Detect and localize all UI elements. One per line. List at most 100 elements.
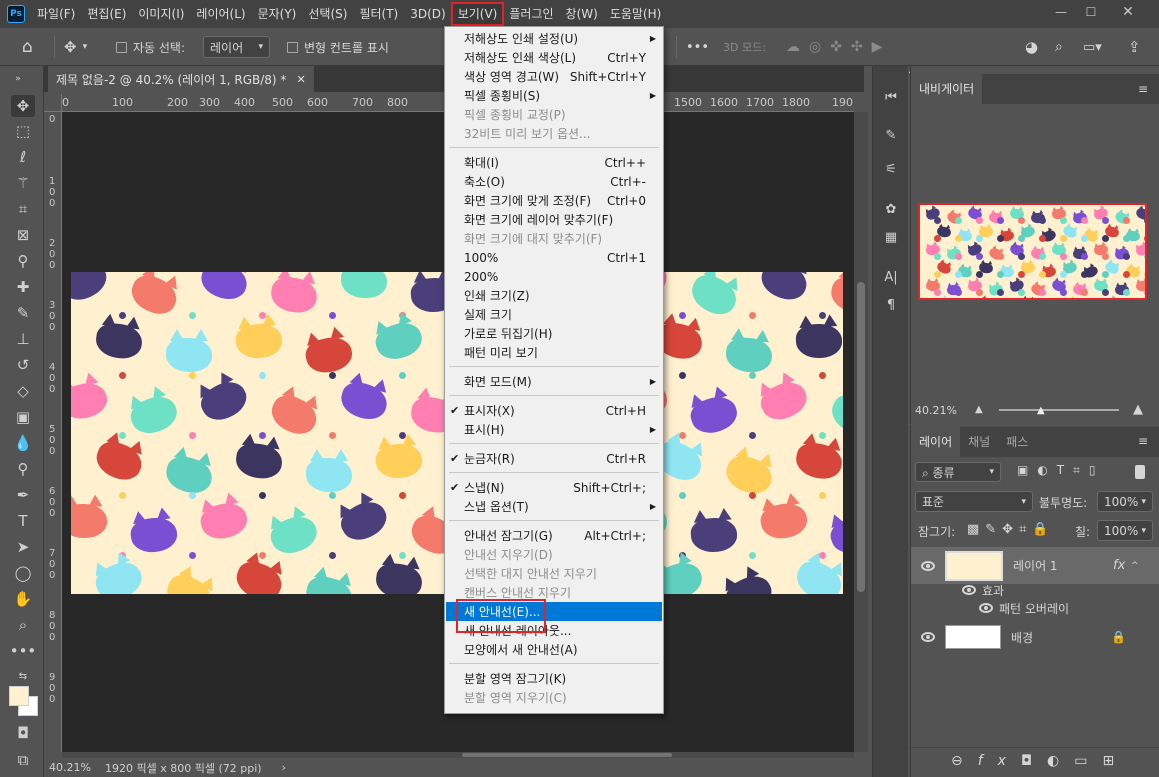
more-options-button[interactable]: ••• [686,28,709,66]
transform-controls-checkbox[interactable]: 변형 컨트롤 표시 [287,28,389,66]
fx-icon[interactable]: fx [1113,558,1125,573]
menu-help[interactable]: 도움말(H) [604,3,668,25]
zoom-level[interactable]: 40.21% [49,761,95,774]
screen-mode-icon[interactable]: ⧉ [11,749,35,771]
history-brush-icon[interactable]: ↺ [11,354,35,376]
collapse-toolbar-icon[interactable]: » [6,68,30,90]
view-menu-item[interactable]: ✔ 표시자(X) Ctrl+H [446,401,662,420]
collapse-effects-icon[interactable]: ^ [1131,561,1139,571]
view-menu-item[interactable]: 색상 영역 경고(W) Shift+Ctrl+Y [446,67,662,86]
character-panel-icon[interactable]: A| [881,268,901,288]
stamp-tool-icon[interactable]: ⊥ [11,328,35,350]
brush-tool-icon[interactable]: ✎ [11,302,35,324]
view-menu-item[interactable]: 축소(O) Ctrl+- [446,172,662,191]
layer-row-background[interactable]: 배경 🔒 [911,620,1159,654]
close-tab-icon[interactable]: ✕ [296,73,305,86]
zoom-in-icon[interactable]: ▲ [1133,402,1143,417]
vertical-scroll-thumb[interactable] [857,282,865,592]
ruler-origin[interactable] [44,94,62,112]
view-menu-item[interactable]: 픽셀 종횡비(S) ▶ [446,86,662,105]
home-icon[interactable]: ⌂ [22,28,33,66]
view-menu-item[interactable]: 실제 크기 [446,305,662,324]
auto-select-checkbox[interactable]: 자동 선택: [116,28,185,66]
view-menu-item[interactable]: 표시(H) ▶ [446,420,662,439]
menu-type[interactable]: 문자(Y) [252,3,303,25]
menu-plugins[interactable]: 플러그인 [503,3,559,25]
photoshop-logo[interactable]: Ps [7,5,25,23]
navigator-zoom[interactable]: 40.21% [915,404,957,417]
view-menu-item[interactable]: 200% [446,267,662,286]
view-menu-item[interactable]: 분할 영역 잠그기(K) [446,669,662,688]
swatches-grid-icon[interactable]: ▦ [881,228,901,248]
menu-file[interactable]: 파일(F) [31,3,81,25]
layer-row-layer1[interactable]: 레이어 1 fx ^ [911,547,1159,584]
crop-tool-icon[interactable]: ⌗ [11,198,35,220]
move-tool-icon[interactable]: ✥ [11,95,35,117]
panel-menu-icon[interactable]: ≡ [1138,82,1148,96]
zoom-slider[interactable] [999,409,1119,411]
view-menu-item[interactable]: ✔ 눈금자(R) Ctrl+R [446,449,662,468]
zoom-out-icon[interactable]: ▲ [975,404,983,415]
view-menu-item[interactable]: 가로로 뒤집기(H) [446,324,662,343]
type-tool-icon[interactable]: T [11,510,35,532]
view-menu-item[interactable]: 저해상도 인쇄 색상(L) Ctrl+Y [446,48,662,67]
maximize-icon[interactable]: ☐ [1079,3,1103,21]
move-tool-icon[interactable]: ✥ ▾ [64,28,87,66]
layer-actions-bar[interactable]: ⊖fx◘◐▭⊞🗑 [911,747,1159,773]
background-eye-icon[interactable] [921,632,935,642]
eraser-icon[interactable]: ◇ [11,380,35,402]
zoom-tool-icon[interactable]: ⌕ [11,614,35,636]
tab-paths[interactable]: 패스 [998,427,1036,457]
tab-layers[interactable]: 레이어 [911,427,961,457]
minimize-icon[interactable]: — [1049,3,1073,21]
view-menu-item[interactable]: 스냅 옵션(T) ▶ [446,497,662,516]
foreground-color-swatch[interactable] [9,686,29,706]
document-tab[interactable]: 제목 없음-2 @ 40.2% (레이어 1, RGB/8) * ✕ [48,66,314,92]
view-menu-item[interactable]: 인쇄 크기(Z) [446,286,662,305]
menu-3d[interactable]: 3D(D) [404,3,451,25]
menu-filter[interactable]: 필터(T) [353,3,404,25]
zoom-slider-handle[interactable]: ▲ [1037,405,1045,416]
layer-effects-row[interactable]: 효과 [911,580,1159,600]
layer-filter-icons[interactable]: ▣◐T⌗▯ [1017,463,1105,478]
menu-window[interactable]: 창(W) [560,3,604,25]
pattern-overlay-eye-icon[interactable] [979,603,993,613]
lock-icons[interactable]: ▩✎✥⌗🔒 [967,522,1055,537]
view-menu-item[interactable]: 화면 크기에 맞게 조정(F) Ctrl+0 [446,191,662,210]
3d-mode-icons[interactable]: ☁◎✜✣▶ [786,28,891,66]
frame-tool-icon[interactable]: ⊠ [11,224,35,246]
filter-toggle-icon[interactable] [1135,465,1145,479]
menu-edit[interactable]: 편집(E) [81,3,132,25]
view-menu-item[interactable]: 100% Ctrl+1 [446,248,662,267]
history-panel-icon[interactable]: ⏮ [881,88,901,108]
swap-colors-icon[interactable]: ⇆ [11,665,35,687]
menu-view[interactable]: 보기(V) [450,2,505,26]
layer-name[interactable]: 레이어 1 [1013,557,1058,574]
view-menu-item[interactable]: 저해상도 인쇄 설정(U) ▶ [446,29,662,48]
adjustments-icon[interactable]: ⚟ [881,160,901,180]
path-select-icon[interactable]: ➤ [11,536,35,558]
color-palette-icon[interactable]: ✿ [881,200,901,220]
dodge-tool-icon[interactable]: ⚲ [11,458,35,480]
vertical-scrollbar[interactable] [854,112,868,752]
view-menu-item[interactable]: 확대(I) Ctrl++ [446,153,662,172]
view-menu-item[interactable]: 패턴 미리 보기 [446,343,662,362]
view-menu-item[interactable]: ✔ 스냅(N) Shift+Ctrl+; [446,478,662,497]
visibility-eye-icon[interactable] [921,560,935,571]
view-menu-item[interactable]: 안내선 잠그기(G) Alt+Ctrl+; [446,526,662,545]
view-menu-item[interactable]: 화면 모드(M) ▶ [446,372,662,391]
background-layer-name[interactable]: 배경 [1011,629,1033,646]
share-icon[interactable]: ⇪ [1128,28,1141,66]
tab-navigator[interactable]: 내비게이터 [911,74,983,104]
layer-filter-dropdown[interactable]: ⌕ 종류 ▾ [915,462,1001,482]
view-menu-item[interactable]: 모양에서 새 안내선(A) [446,640,662,659]
blur-tool-icon[interactable]: 💧 [11,432,35,454]
horizontal-scroll-thumb[interactable] [462,753,672,757]
effects-eye-icon[interactable] [962,585,976,595]
marquee-tool-icon[interactable]: ⬚ [11,120,35,142]
status-expand-icon[interactable]: › [282,761,286,774]
opacity-input[interactable]: 100% ▾ [1097,491,1153,512]
fill-input[interactable]: 100% ▾ [1097,520,1153,541]
menu-image[interactable]: 이미지(I) [132,3,190,25]
blend-mode-dropdown[interactable]: 표준 ▾ [915,491,1033,512]
